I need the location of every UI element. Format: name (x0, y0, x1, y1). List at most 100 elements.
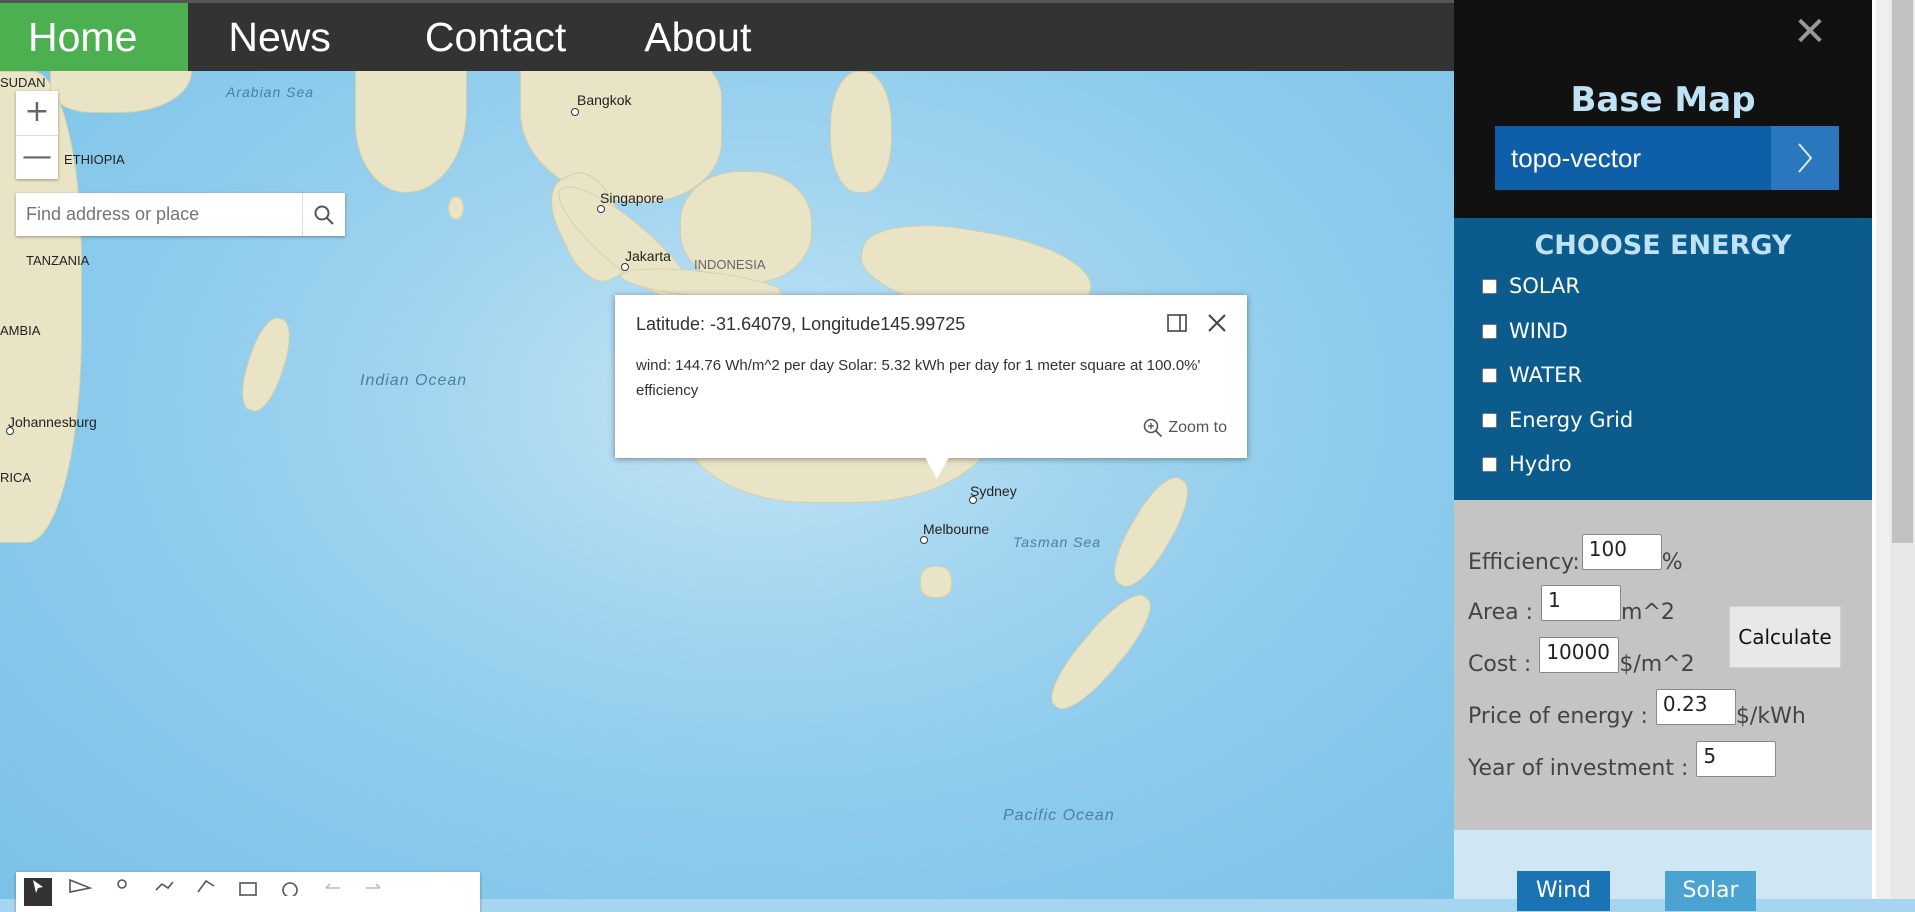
efficiency-row: Efficiency: 100 % (1468, 533, 1683, 575)
jakarta-dot (621, 263, 629, 271)
madagascar-land (233, 312, 299, 417)
label-tasman-sea: Tasman Sea (1013, 534, 1102, 550)
nav-about[interactable]: About (614, 3, 799, 71)
dock-icon[interactable] (1167, 314, 1187, 332)
energy-option-grid[interactable]: Energy Grid (1482, 408, 1633, 432)
info-popup: Latitude: -31.64079, Longitude145.99725 … (615, 295, 1247, 479)
choose-energy-section: CHOOSE ENERGY SOLAR WIND WATER Energy Gr… (1454, 218, 1872, 500)
hydro-label: Hydro (1509, 452, 1572, 476)
energy-option-solar[interactable]: SOLAR (1482, 274, 1580, 298)
area-row: Area : 1 m^2 (1468, 584, 1675, 625)
sydney-dot (969, 496, 977, 504)
efficiency-label: Efficiency: (1468, 550, 1580, 575)
nav-home[interactable]: Home (0, 3, 189, 71)
price-label: Price of energy : (1468, 704, 1648, 729)
nz-south-land (1039, 584, 1163, 720)
solar-checkbox[interactable] (1482, 278, 1497, 294)
label-indonesia: INDONESIA (694, 257, 766, 272)
nav-news[interactable]: News (188, 3, 379, 71)
cursor-icon (33, 880, 43, 893)
melbourne-dot (920, 536, 928, 544)
polyline-tool[interactable] (150, 878, 178, 906)
undo-icon (325, 883, 340, 889)
pointer-tool[interactable] (66, 878, 94, 906)
draw-toolbar (16, 872, 480, 912)
basemap-next-button[interactable] (1771, 126, 1839, 190)
cost-row: Cost : 10000 $/m^2 (1468, 636, 1695, 677)
philippines-land (830, 71, 892, 193)
energy-option-hydro[interactable]: Hydro (1482, 452, 1572, 476)
point-tool[interactable] (108, 878, 136, 906)
bangkok-dot (571, 108, 579, 116)
popup-title: Latitude: -31.64079, Longitude145.99725 (636, 314, 966, 334)
water-checkbox[interactable] (1482, 367, 1497, 383)
popup-close-icon[interactable] (1207, 313, 1227, 333)
zoom-to-link[interactable]: Zoom to (1143, 418, 1227, 438)
solar-button[interactable]: Solar (1665, 871, 1756, 911)
energy-option-wind[interactable]: WIND (1482, 319, 1568, 343)
redo-icon (366, 883, 381, 889)
calculate-button[interactable]: Calculate (1729, 606, 1841, 668)
price-unit: $/kWh (1735, 704, 1806, 729)
chevron-right-icon (1798, 143, 1813, 173)
zoom-to-label: Zoom to (1168, 419, 1227, 436)
zoom-to-icon (1144, 418, 1163, 438)
circle-icon (282, 882, 298, 896)
efficiency-input[interactable]: 100 (1581, 533, 1662, 570)
polyline-icon (155, 881, 174, 891)
label-jakarta: Jakarta (625, 248, 671, 264)
polygon-icon (197, 879, 215, 893)
tasmania-land (920, 566, 952, 598)
zoom-out-button[interactable]: — (16, 135, 58, 180)
label-johannesburg: Johannesburg (8, 414, 97, 430)
label-indian-ocean: Indian Ocean (360, 372, 468, 389)
basemap-select[interactable]: topo-vector (1495, 126, 1839, 190)
johannesburg-dot (6, 427, 14, 435)
label-sudan: SUDAN (0, 75, 46, 90)
panel-close-button[interactable]: ✕ (1790, 12, 1830, 56)
rectangle-tool[interactable] (234, 878, 262, 906)
area-input[interactable]: 1 (1541, 584, 1622, 621)
cost-input[interactable]: 10000 (1539, 636, 1620, 673)
cost-label: Cost : (1468, 652, 1532, 677)
basemap-title: Base Map (1570, 80, 1756, 120)
water-label: WATER (1509, 363, 1583, 387)
wind-checkbox[interactable] (1482, 323, 1497, 339)
redo-tool[interactable] (360, 878, 388, 906)
indochina-land (520, 71, 722, 203)
circle-tool[interactable] (276, 878, 304, 906)
page-scrollbar[interactable] (1872, 0, 1915, 899)
grid-label: Energy Grid (1509, 408, 1634, 432)
srilanka-land (448, 196, 464, 220)
india-land (355, 71, 467, 193)
energy-option-water[interactable]: WATER (1482, 363, 1582, 387)
years-input[interactable]: 5 (1696, 740, 1777, 777)
years-row: Year of investment : 5 (1468, 740, 1777, 781)
zoom-in-button[interactable]: + (16, 91, 58, 135)
cost-unit: $/m^2 (1619, 652, 1695, 677)
search-box (16, 193, 345, 236)
undo-tool[interactable] (318, 878, 346, 906)
price-row: Price of energy : 0.23 $/kWh (1468, 688, 1806, 729)
select-tool[interactable] (24, 878, 52, 906)
search-button[interactable] (302, 193, 345, 236)
arabia-land (50, 71, 192, 113)
grid-checkbox[interactable] (1482, 412, 1497, 428)
search-icon (314, 205, 334, 225)
nav-contact[interactable]: Contact (379, 3, 614, 71)
hydro-checkbox[interactable] (1482, 456, 1497, 472)
years-label: Year of investment : (1468, 756, 1689, 781)
label-africa: RICA (0, 470, 32, 485)
scrollbar-edge (1872, 0, 1876, 899)
wind-button[interactable]: Wind (1517, 871, 1610, 911)
price-input[interactable]: 0.23 (1655, 688, 1736, 725)
area-label: Area : (1468, 600, 1534, 625)
popup-body: wind: 144.76 Wh/m^2 per day Solar: 5.32 … (636, 357, 1201, 399)
label-tanzania: TANZANIA (26, 253, 90, 268)
label-pacific-ocean: Pacific Ocean (1003, 807, 1115, 824)
search-input[interactable] (16, 193, 303, 236)
polygon-tool[interactable] (192, 878, 220, 906)
label-melbourne: Melbourne (923, 521, 990, 537)
pin-icon (117, 879, 127, 889)
scrollbar-thumb[interactable] (1892, 0, 1913, 543)
